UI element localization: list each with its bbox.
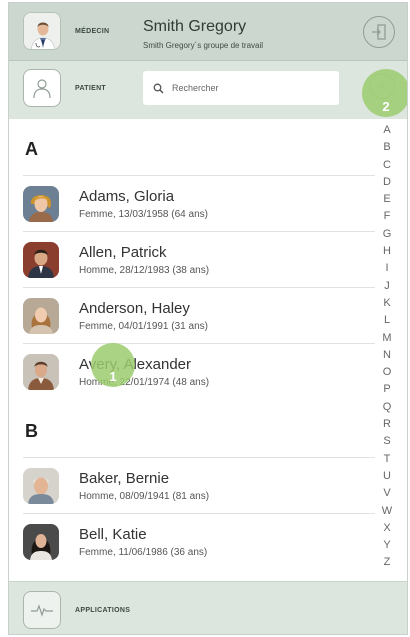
search-input[interactable] (172, 83, 322, 93)
patient-label: PATIENT (75, 85, 107, 92)
touch-marker-1: 1 (91, 343, 135, 387)
patient-photo (23, 298, 59, 334)
patient-name: Anderson, Haley (79, 300, 190, 317)
patient-meta: Femme, 13/03/1958 (64 ans) (79, 209, 208, 220)
search-box[interactable] (143, 71, 339, 105)
pulse-icon (31, 604, 53, 617)
doctor-name: Smith Gregory (143, 18, 247, 35)
section-letter: B (25, 421, 38, 441)
doctor-avatar[interactable] (23, 12, 61, 50)
doctor-group: Smith Gregory´s groupe de travail (143, 41, 264, 50)
alphabet-letter[interactable]: B (383, 139, 390, 156)
alphabet-letter[interactable]: O (383, 364, 392, 381)
touch-marker-2: 2 (362, 69, 407, 117)
alphabet-letter[interactable]: N (383, 347, 391, 364)
patient-bar: PATIENT (9, 61, 407, 119)
alphabet-letter[interactable]: Z (384, 554, 391, 571)
patient-row[interactable]: Avery, Alexander Homme, 22/01/1974 (48 a… (23, 343, 375, 399)
patient-photo (23, 186, 59, 222)
patient-meta: Homme, 08/09/1941 (81 ans) (79, 491, 210, 502)
alphabet-letter[interactable]: W (382, 503, 392, 520)
bottom-bar: APPLICATIONS (9, 581, 407, 634)
patient-photo (23, 354, 59, 390)
patient-name: Allen, Patrick (79, 244, 167, 261)
alphabet-letter[interactable]: D (383, 174, 391, 191)
patient-name: Baker, Bernie (79, 470, 170, 487)
alphabet-letter[interactable]: P (383, 381, 390, 398)
patient-row[interactable]: Bell, Katie Femme, 11/06/1986 (36 ans) (23, 513, 375, 569)
patient-name: Bell, Katie (79, 526, 147, 543)
alphabet-letter[interactable]: R (383, 416, 391, 433)
alphabet-letter[interactable]: T (384, 451, 391, 468)
app-frame: MÉDECIN Smith Gregory Smith Gregory´s gr… (8, 2, 408, 635)
alphabet-letter[interactable]: F (384, 208, 391, 225)
alphabet-letter[interactable]: G (383, 226, 392, 243)
logout-button[interactable] (363, 16, 395, 48)
alphabet-letter[interactable]: E (383, 191, 390, 208)
patient-row[interactable]: Allen, Patrick Homme, 28/12/1983 (38 ans… (23, 231, 375, 287)
alphabet-letter[interactable]: I (385, 260, 388, 277)
alphabet-letter[interactable]: L (384, 312, 390, 329)
patient-row[interactable]: Anderson, Haley Femme, 04/01/1991 (31 an… (23, 287, 375, 343)
alphabet-index[interactable]: ABCDEFGHIJKLMNOPQRSTUVWXYZ (379, 122, 395, 572)
header: MÉDECIN Smith Gregory Smith Gregory´s gr… (9, 3, 407, 61)
alphabet-letter[interactable]: U (383, 468, 391, 485)
logout-icon (372, 24, 386, 40)
patient-meta: Homme, 28/12/1983 (38 ans) (79, 265, 210, 276)
touch-marker-label: 2 (382, 99, 390, 114)
patient-row[interactable]: Baker, Bernie Homme, 08/09/1941 (81 ans) (23, 457, 375, 513)
alphabet-letter[interactable]: A (383, 122, 390, 139)
patient-meta: Femme, 04/01/1991 (31 ans) (79, 321, 208, 332)
search-icon (153, 83, 164, 94)
user-outline-icon (33, 79, 51, 99)
alphabet-letter[interactable]: X (383, 520, 390, 537)
touch-marker-label: 1 (109, 369, 117, 384)
applications-button[interactable] (23, 591, 61, 629)
patient-row[interactable]: Adams, Gloria Femme, 13/03/1958 (64 ans) (23, 175, 375, 231)
patient-button[interactable] (23, 69, 61, 107)
applications-label: APPLICATIONS (75, 607, 131, 614)
patient-name: Adams, Gloria (79, 188, 175, 205)
patient-meta: Femme, 11/06/1986 (36 ans) (79, 547, 208, 558)
alphabet-letter[interactable]: H (383, 243, 391, 260)
patient-photo (23, 524, 59, 560)
patient-photo (23, 242, 59, 278)
section-letter: A (25, 139, 38, 159)
alphabet-letter[interactable]: K (383, 295, 390, 312)
alphabet-letter[interactable]: Y (383, 537, 390, 554)
patient-photo (23, 468, 59, 504)
alphabet-letter[interactable]: J (384, 278, 390, 295)
alphabet-letter[interactable]: Q (383, 399, 392, 416)
patient-list: A Adams, Gloria Femme, 13/03/1958 (64 an… (9, 119, 375, 581)
alphabet-letter[interactable]: M (382, 330, 391, 347)
alphabet-letter[interactable]: S (383, 433, 390, 450)
alphabet-letter[interactable]: C (383, 157, 391, 174)
alphabet-letter[interactable]: V (383, 485, 390, 502)
role-label: MÉDECIN (75, 28, 110, 35)
